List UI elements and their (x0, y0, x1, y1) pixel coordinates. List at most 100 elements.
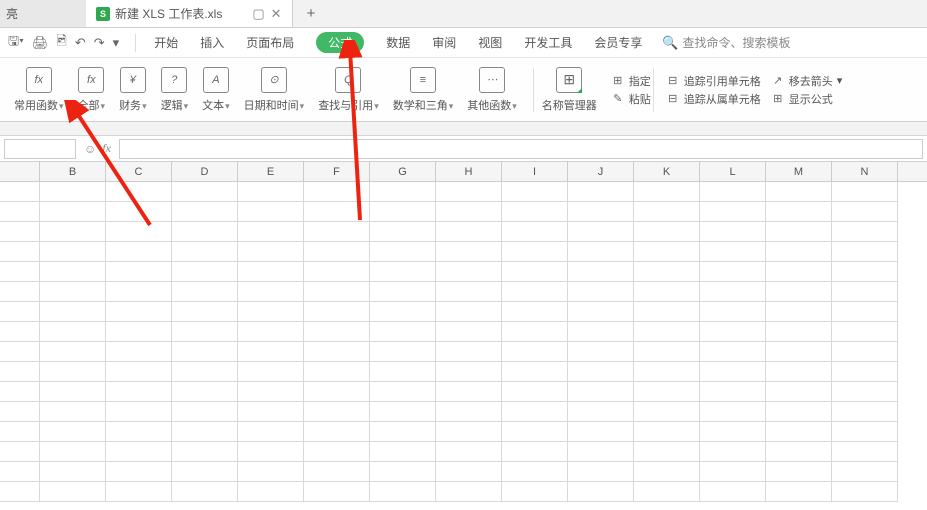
cell[interactable] (238, 242, 304, 262)
cell[interactable] (304, 222, 370, 242)
cell[interactable] (238, 302, 304, 322)
cell[interactable] (568, 422, 634, 442)
cell[interactable] (304, 462, 370, 482)
cell[interactable] (832, 182, 898, 202)
cell[interactable] (700, 242, 766, 262)
cell[interactable] (700, 382, 766, 402)
cell[interactable] (304, 422, 370, 442)
cell[interactable] (304, 482, 370, 502)
cell[interactable] (304, 322, 370, 342)
cell[interactable] (0, 282, 40, 302)
cell[interactable] (502, 482, 568, 502)
cell[interactable] (0, 422, 40, 442)
rb-common-functions[interactable]: fx 常用函数▾ (14, 67, 64, 113)
cell[interactable] (304, 182, 370, 202)
cell[interactable] (832, 442, 898, 462)
cell[interactable] (766, 402, 832, 422)
rb-text[interactable]: A 文本▾ (202, 67, 230, 113)
cell[interactable] (304, 242, 370, 262)
cell[interactable] (502, 322, 568, 342)
cell[interactable] (832, 222, 898, 242)
cell[interactable] (502, 342, 568, 362)
cell[interactable] (634, 182, 700, 202)
search-box[interactable]: 🔍 查找命令、搜索模板 (662, 34, 790, 51)
cell[interactable] (172, 322, 238, 342)
cell[interactable] (634, 202, 700, 222)
cell[interactable] (436, 202, 502, 222)
cell[interactable] (634, 442, 700, 462)
cell[interactable] (106, 342, 172, 362)
rb-trace-dependents[interactable]: ⊟追踪从属单元格 (666, 91, 761, 107)
cell[interactable] (106, 462, 172, 482)
cell[interactable] (106, 322, 172, 342)
cell[interactable] (0, 442, 40, 462)
cell[interactable] (370, 402, 436, 422)
cell[interactable] (700, 282, 766, 302)
cell[interactable] (634, 462, 700, 482)
fx-label[interactable]: fx (102, 141, 111, 156)
col-header[interactable]: B (40, 162, 106, 181)
cell[interactable] (634, 482, 700, 502)
rb-assign[interactable]: ⊞指定 (611, 73, 651, 89)
cell[interactable] (106, 382, 172, 402)
formula-input[interactable] (119, 139, 923, 159)
cell[interactable] (502, 402, 568, 422)
cell[interactable] (370, 382, 436, 402)
cell[interactable] (436, 222, 502, 242)
cell[interactable] (436, 462, 502, 482)
rb-datetime[interactable]: ⊙ 日期和时间▾ (244, 67, 305, 113)
col-header[interactable]: E (238, 162, 304, 181)
col-header[interactable]: I (502, 162, 568, 181)
cell[interactable] (700, 422, 766, 442)
cell[interactable] (568, 462, 634, 482)
cell[interactable] (502, 302, 568, 322)
cell[interactable] (304, 402, 370, 422)
cell[interactable] (172, 422, 238, 442)
cell[interactable] (502, 262, 568, 282)
cell[interactable] (238, 462, 304, 482)
cell[interactable] (634, 402, 700, 422)
menu-vip[interactable]: 会员专享 (594, 34, 642, 51)
cell[interactable] (40, 222, 106, 242)
active-document-tab[interactable]: S 新建 XLS 工作表.xls ▢ ✕ (86, 0, 293, 27)
rb-other[interactable]: ⋯ 其他函数▾ (467, 67, 517, 113)
cell[interactable] (40, 242, 106, 262)
cell[interactable] (172, 362, 238, 382)
cell[interactable] (370, 202, 436, 222)
cell[interactable] (304, 342, 370, 362)
cell[interactable] (0, 262, 40, 282)
cell[interactable] (304, 382, 370, 402)
col-header[interactable]: C (106, 162, 172, 181)
cell[interactable] (502, 442, 568, 462)
cell[interactable] (172, 242, 238, 262)
cell[interactable] (832, 202, 898, 222)
cell[interactable] (238, 422, 304, 442)
cell[interactable] (106, 182, 172, 202)
cell[interactable] (634, 222, 700, 242)
cell[interactable] (40, 362, 106, 382)
cell[interactable] (436, 262, 502, 282)
cell[interactable] (634, 342, 700, 362)
menu-start[interactable]: 开始 (154, 34, 178, 51)
cell[interactable] (238, 382, 304, 402)
cell[interactable] (766, 442, 832, 462)
save-icon[interactable]: 🖫▾ (8, 32, 24, 54)
close-tab-icon[interactable]: ✕ (271, 6, 282, 22)
cell[interactable] (634, 422, 700, 442)
cell[interactable] (370, 462, 436, 482)
cell[interactable] (40, 182, 106, 202)
cell[interactable] (766, 462, 832, 482)
cell[interactable] (238, 482, 304, 502)
menu-devtools[interactable]: 开发工具 (524, 34, 572, 51)
cell[interactable] (0, 242, 40, 262)
cell[interactable] (436, 402, 502, 422)
cell[interactable] (238, 282, 304, 302)
menu-insert[interactable]: 插入 (200, 34, 224, 51)
cell[interactable] (634, 282, 700, 302)
cell[interactable] (370, 362, 436, 382)
cell[interactable] (502, 462, 568, 482)
cell[interactable] (40, 342, 106, 362)
cell[interactable] (568, 262, 634, 282)
menu-view[interactable]: 视图 (478, 34, 502, 51)
cell[interactable] (40, 482, 106, 502)
